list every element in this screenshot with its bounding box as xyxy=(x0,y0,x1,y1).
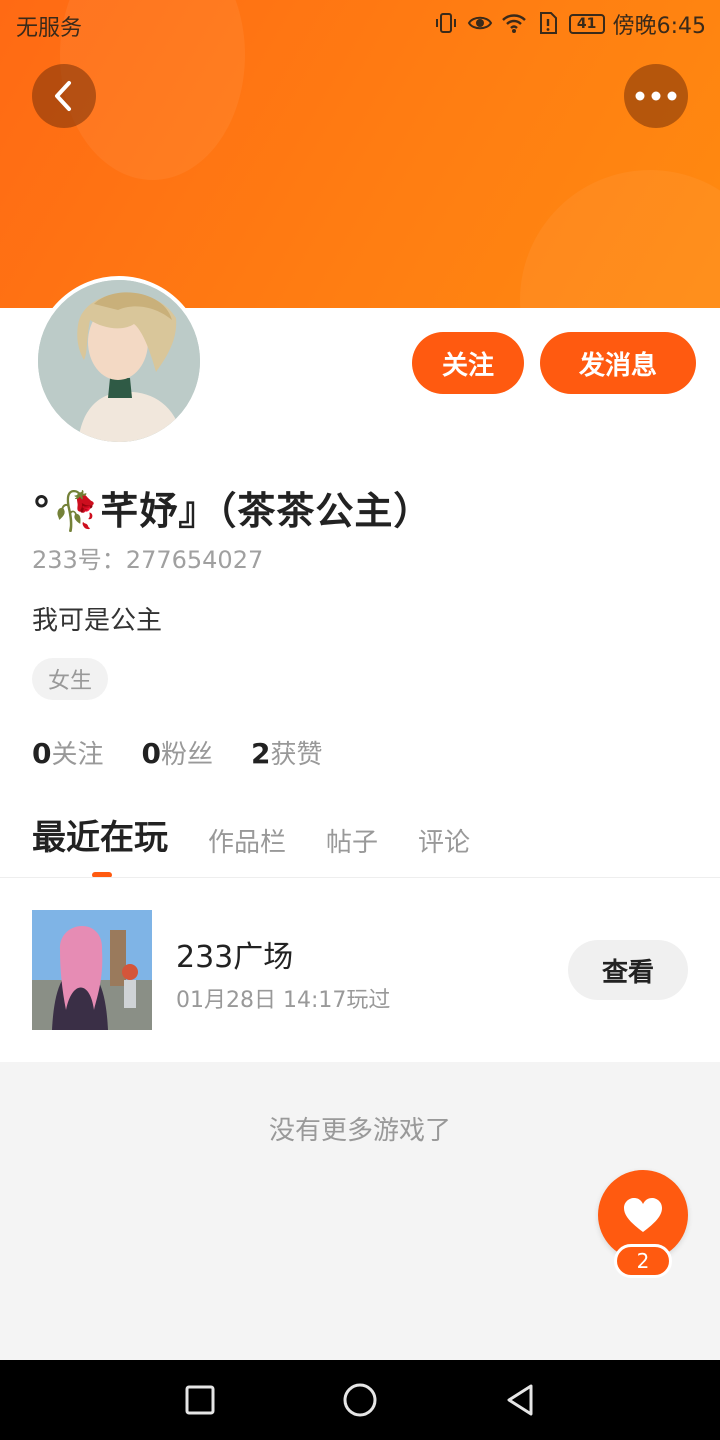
tab-comments[interactable]: 评论 xyxy=(418,822,470,859)
status-bar: 无服务 41 傍晚6:45 xyxy=(0,0,720,50)
eye-icon xyxy=(467,11,493,37)
system-nav-bar xyxy=(0,1360,720,1440)
game-last-played: 01月28日 14:17玩过 xyxy=(176,988,391,1013)
game-title: 233广场 xyxy=(176,940,294,975)
wifi-icon xyxy=(501,11,527,37)
follow-button[interactable]: 关注 xyxy=(412,332,524,394)
following-count: 0 xyxy=(32,737,52,770)
view-game-button[interactable]: 查看 xyxy=(568,940,688,1000)
user-nickname: °🥀芊妤』（茶茶公主） xyxy=(32,489,433,533)
tab-posts[interactable]: 帖子 xyxy=(326,822,378,859)
square-icon xyxy=(185,1385,215,1415)
clock-text: 傍晚6:45 xyxy=(612,14,706,39)
tab-works[interactable]: 作品栏 xyxy=(208,822,286,859)
profile-page: 无服务 41 傍晚6:45 关注 发消息 °🥀芊妤』（茶茶公主） 233号：27… xyxy=(0,0,720,1440)
following-label: 关注 xyxy=(51,740,104,770)
home-button[interactable] xyxy=(340,1380,380,1420)
profile-tabs: 最近在玩 作品栏 帖子 评论 xyxy=(32,810,470,859)
list-item[interactable]: 233广场 01月28日 14:17玩过 查看 xyxy=(0,878,720,1062)
tab-recent-play[interactable]: 最近在玩 xyxy=(32,810,168,859)
fans-label: 粉丝 xyxy=(160,740,213,770)
fans-stat[interactable]: 0粉丝 xyxy=(142,734,214,771)
send-message-button[interactable]: 发消息 xyxy=(540,332,696,394)
user-stats: 0关注 0粉丝 2获赞 xyxy=(32,734,323,771)
likes-stat[interactable]: 2获赞 xyxy=(251,734,323,771)
system-back-button[interactable] xyxy=(500,1380,540,1420)
more-options-button[interactable] xyxy=(624,64,688,128)
vibrate-icon xyxy=(433,11,459,37)
avatar[interactable] xyxy=(34,276,204,446)
user-id: 233号：277654027 xyxy=(32,546,264,574)
gender-tag: 女生 xyxy=(32,658,109,700)
fans-count: 0 xyxy=(141,737,161,770)
likes-count: 2 xyxy=(251,737,271,770)
sim-alert-icon xyxy=(535,11,561,37)
triangle-back-icon xyxy=(507,1384,533,1416)
chevron-left-icon xyxy=(55,81,71,111)
carrier-text: 无服务 xyxy=(16,16,83,41)
back-button[interactable] xyxy=(32,64,96,128)
game-thumbnail xyxy=(32,910,152,1030)
like-count-badge: 2 xyxy=(614,1244,672,1278)
user-bio: 我可是公主 xyxy=(32,606,163,636)
heart-icon xyxy=(624,1198,662,1232)
likes-label: 获赞 xyxy=(270,740,323,770)
following-stat[interactable]: 0关注 xyxy=(32,734,104,771)
more-dots-icon xyxy=(635,91,677,101)
recent-apps-button[interactable] xyxy=(180,1380,220,1420)
battery-indicator: 41 xyxy=(568,14,605,34)
circle-icon xyxy=(343,1383,377,1417)
no-more-games-text: 没有更多游戏了 xyxy=(268,1116,451,1146)
